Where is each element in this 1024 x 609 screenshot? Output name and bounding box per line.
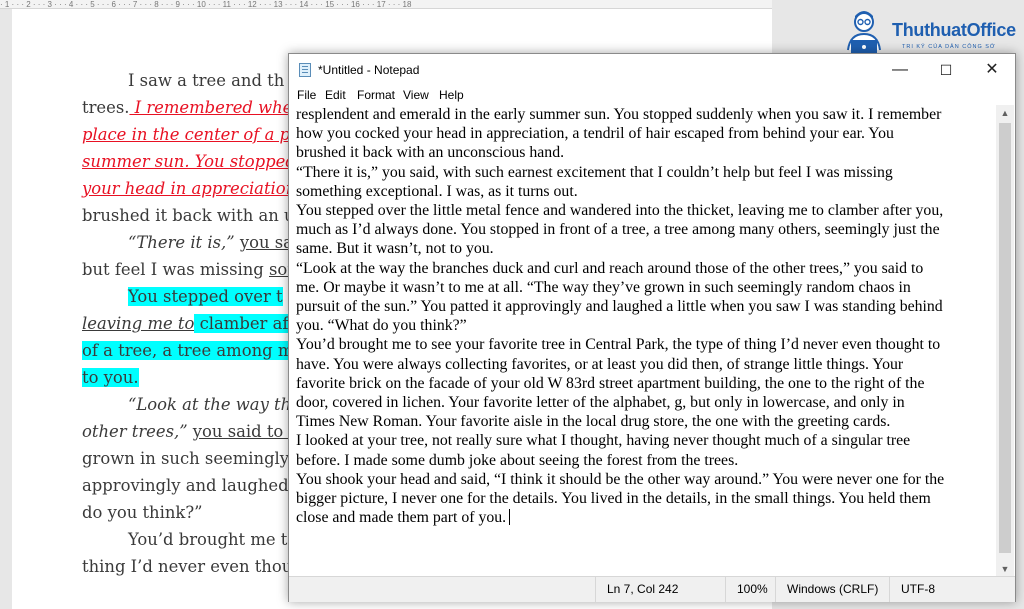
tracked-change-text: summer sun. You stopped <box>82 152 296 171</box>
scrollbar-thumb[interactable] <box>999 123 1011 553</box>
cursor-position: Ln 7, Col 242 <box>607 582 679 596</box>
maximize-button[interactable]: ☐ <box>923 54 969 86</box>
highlighted-text: You stepped over t <box>128 287 283 306</box>
tracked-change-text: your head in appreciation <box>82 179 297 198</box>
text-line: me. Or maybe it wasn’t to me at all. “Th… <box>296 278 911 296</box>
text-line: same. But it wasn’t, not to you. <box>296 240 494 258</box>
text-line: resplendent and emerald in the early sum… <box>296 106 942 123</box>
menu-file[interactable]: File <box>297 88 316 102</box>
text-line: you. “What do you think?” <box>296 317 467 335</box>
word-ruler: · 1 · · · 2 · · · 3 · · · 4 · · · 5 · · … <box>0 0 780 9</box>
text-line: You’d brought me to see your favorite tr… <box>296 336 941 354</box>
text-line: have. You were always collecting favorit… <box>296 355 904 373</box>
editor-text[interactable]: resplendent and emerald in the early sum… <box>296 105 996 527</box>
status-divider <box>775 577 776 602</box>
text-line: before. I made some dumb joke about seei… <box>296 451 739 469</box>
menu-format[interactable]: Format <box>357 88 395 102</box>
tracked-change-text: I remembered when <box>129 98 303 117</box>
close-button[interactable]: ✕ <box>969 54 1015 86</box>
text-line: You stepped over the little metal fence … <box>296 202 944 220</box>
line-ending: Windows (CRLF) <box>787 582 879 596</box>
doc-text-run: but feel I was missing <box>82 260 269 279</box>
text-line: much as I’d always done. You stopped in … <box>296 221 940 239</box>
text-line: door, covered in lichen. Your favorite l… <box>296 394 905 412</box>
zoom-level: 100% <box>737 582 768 596</box>
text-line: favorite brick on the facade of your old… <box>296 374 925 392</box>
menu-bar: File Edit Format View Help <box>289 86 1015 106</box>
text-line: I looked at your tree, not really sure w… <box>296 432 911 450</box>
window-title: *Untitled - Notepad <box>318 63 420 77</box>
last-line-text: close and made them part of you. <box>296 509 507 527</box>
text-line: You shook your head and said, “I think i… <box>296 470 945 488</box>
status-bar: Ln 7, Col 242 100% Windows (CRLF) UTF-8 <box>289 576 1015 602</box>
text-line: “There it is,” you said, with such earne… <box>296 163 893 181</box>
doc-text-run: you said to n <box>192 422 300 441</box>
logo-wordmark: ThuthuatOffice <box>892 20 1016 40</box>
status-divider <box>595 577 596 602</box>
text-caret <box>509 509 511 526</box>
menu-help[interactable]: Help <box>439 88 464 102</box>
menu-view[interactable]: View <box>403 88 429 102</box>
minimize-button[interactable]: — <box>877 54 923 86</box>
logo-tagline: TRI KỶ CỦA DÂN CÔNG SỞ <box>902 44 996 50</box>
text-line: close and made them part of you. <box>296 508 996 527</box>
text-line: Times New Roman. Your favorite aisle in … <box>296 413 891 431</box>
encoding: UTF-8 <box>901 582 935 596</box>
text-line: brushed it back with an unconscious hand… <box>296 144 565 162</box>
scroll-down-arrow-icon[interactable]: ▼ <box>996 561 1014 577</box>
vertical-scrollbar[interactable]: ▲ ▼ <box>996 105 1014 577</box>
doc-text-run: other trees,” <box>82 422 193 441</box>
doc-text-run: leaving me to <box>82 314 195 333</box>
text-line: “Look at the way the branches duck and c… <box>296 259 924 277</box>
status-divider <box>889 577 890 602</box>
doc-text-run: trees. <box>82 98 130 117</box>
menu-edit[interactable]: Edit <box>325 88 346 102</box>
highlighted-text: of a tree, a tree among ma <box>82 341 304 360</box>
status-divider <box>725 577 726 602</box>
text-line: bigger picture, I never one for the deta… <box>296 490 931 508</box>
notepad-app-icon <box>299 63 311 77</box>
text-line: pursuit of the sun.” You patted it appro… <box>296 298 943 316</box>
doc-text-run: “There it is,” <box>128 233 240 252</box>
text-editor-area[interactable]: resplendent and emerald in the early sum… <box>289 105 996 577</box>
highlighted-text: to you. <box>82 368 139 387</box>
text-line: how you cocked your head in appreciation… <box>296 125 894 143</box>
text-line: something exceptional. I was, as it turn… <box>296 182 578 200</box>
scroll-up-arrow-icon[interactable]: ▲ <box>996 105 1014 121</box>
notepad-window: *Untitled - Notepad — ☐ ✕ File Edit Form… <box>288 53 1016 602</box>
tracked-change-text: place in the center of a pl <box>82 125 296 144</box>
notepad-title-bar[interactable]: *Untitled - Notepad — ☐ ✕ <box>289 54 1015 86</box>
